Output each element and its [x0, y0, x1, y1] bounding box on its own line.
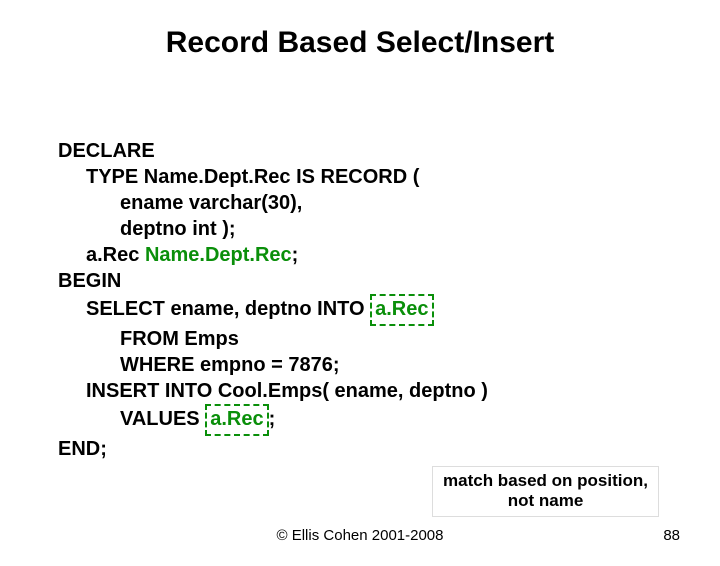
- type-def-line1: TYPE Name.Dept.Rec IS RECORD (: [86, 164, 678, 190]
- rec-decl-var: a.Rec: [86, 244, 145, 266]
- slide-title: Record Based Select/Insert: [0, 26, 720, 60]
- code-block: DECLARE TYPE Name.Dept.Rec IS RECORD ( e…: [58, 138, 678, 462]
- type-field-1: ename varchar(30),: [120, 190, 678, 216]
- kw-end: END;: [58, 436, 678, 462]
- callout-note: match based on position, not name: [432, 466, 659, 517]
- insert-line2: VALUES a.Rec;: [120, 404, 678, 436]
- select-pre: SELECT ename, deptno INTO: [86, 298, 370, 320]
- insert-pre: VALUES: [120, 408, 205, 430]
- kw-begin: BEGIN: [58, 268, 678, 294]
- select-line1: SELECT ename, deptno INTO a.Rec: [86, 294, 678, 326]
- page-number: 88: [663, 527, 680, 544]
- insert-semi: ;: [269, 408, 276, 430]
- slide: Record Based Select/Insert DECLARE TYPE …: [0, 26, 720, 566]
- select-line2: FROM Emps: [120, 326, 678, 352]
- insert-rec-box: a.Rec: [205, 404, 268, 436]
- select-line3: WHERE empno = 7876;: [120, 352, 678, 378]
- select-rec-box: a.Rec: [370, 294, 433, 326]
- type-def-open: TYPE Name.Dept.Rec IS RECORD (: [86, 166, 419, 188]
- rec-decl-semi: ;: [292, 244, 299, 266]
- insert-line1: INSERT INTO Cool.Emps( ename, deptno ): [86, 378, 678, 404]
- rec-decl: a.Rec Name.Dept.Rec;: [86, 242, 678, 268]
- type-field-2: deptno int );: [120, 216, 678, 242]
- select-rec: a.Rec: [375, 298, 428, 320]
- kw-declare: DECLARE: [58, 138, 678, 164]
- insert-rec: a.Rec: [210, 408, 263, 430]
- rec-decl-type: Name.Dept.Rec: [145, 244, 292, 266]
- copyright-footer: © Ellis Cohen 2001-2008: [0, 527, 720, 544]
